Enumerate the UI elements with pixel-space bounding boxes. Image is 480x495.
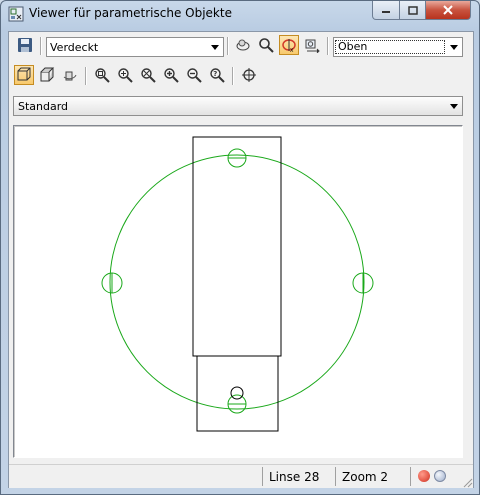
visual-style-select[interactable]: Verdeckt <box>46 37 224 57</box>
maximize-button[interactable] <box>400 1 426 20</box>
zoom-window-button[interactable] <box>92 65 112 85</box>
2d-wireframe-button[interactable] <box>14 65 34 85</box>
zoom-icon <box>259 38 274 53</box>
view-select[interactable]: Oben <box>333 37 463 57</box>
zoom-extents-button[interactable] <box>138 65 158 85</box>
viewer-app-icon <box>8 6 24 22</box>
3d-orbit-button[interactable] <box>60 65 80 85</box>
center-target-button[interactable] <box>239 65 259 85</box>
center-point-circle <box>230 386 244 400</box>
free-orbit-button[interactable]: X <box>279 35 299 55</box>
free-orbit-icon: X <box>282 39 296 53</box>
3d-box-button[interactable] <box>37 65 57 85</box>
zoom-help-icon: ? <box>210 68 225 83</box>
camera-button[interactable] <box>303 35 323 55</box>
visual-style-value: Verdeckt <box>50 40 99 54</box>
orbit-icon <box>236 39 250 51</box>
preset-select[interactable]: Standard <box>13 96 463 116</box>
upper-rectangle <box>192 136 282 357</box>
zoom-out-icon <box>187 68 202 83</box>
svg-text:?: ? <box>213 70 217 78</box>
status-bar: Linse 28 Zoom 2 <box>9 464 473 488</box>
status-lines: Linse 28 <box>262 467 334 486</box>
save-button[interactable] <box>15 35 35 55</box>
zoom-in-plus-button[interactable] <box>161 65 181 85</box>
orbit-button[interactable] <box>233 35 253 55</box>
minimize-icon <box>382 11 390 13</box>
zoom-button[interactable] <box>256 35 276 55</box>
red-status-icon[interactable] <box>418 470 430 482</box>
maximize-icon <box>407 5 418 15</box>
chevron-down-icon <box>211 44 219 50</box>
view-toolbar: ? <box>9 64 473 90</box>
preset-value: Standard <box>18 99 69 113</box>
zoom-help-button[interactable]: ? <box>207 65 227 85</box>
close-button[interactable] <box>426 1 471 20</box>
close-icon <box>443 5 453 15</box>
client-area: Verdeckt X Oben ? Standard Linse 28 Zoom… <box>8 31 474 488</box>
zoom-in-plus-icon <box>164 68 179 83</box>
zoom-out-button[interactable] <box>184 65 204 85</box>
view-value: Oben <box>335 40 445 54</box>
chevron-down-icon <box>450 44 458 50</box>
svg-text:X: X <box>290 48 294 53</box>
window-title: Viewer für parametrische Objekte <box>29 6 232 20</box>
lower-rectangle <box>196 355 279 432</box>
chevron-down-icon <box>450 103 458 109</box>
resize-grip-icon[interactable] <box>461 476 473 488</box>
title-bar[interactable]: Viewer für parametrische Objekte <box>1 1 479 27</box>
minimize-button[interactable] <box>372 1 400 20</box>
zoom-window-icon <box>95 68 110 83</box>
camera-icon <box>305 39 320 53</box>
2d-wireframe-icon <box>17 67 31 81</box>
status-zoom: Zoom 2 <box>335 467 409 486</box>
main-toolbar: Verdeckt X Oben <box>9 34 473 60</box>
zoom-in-button[interactable] <box>115 65 135 85</box>
center-target-icon <box>242 68 256 82</box>
drawing-viewport[interactable] <box>13 125 463 458</box>
zoom-extents-icon <box>141 68 156 83</box>
save-icon <box>18 38 32 52</box>
drawing-canvas[interactable] <box>14 126 462 457</box>
3d-orbit-icon <box>63 71 77 81</box>
black-rectangle-drawing <box>192 136 282 432</box>
3d-box-icon <box>40 67 55 82</box>
zoom-in-icon <box>118 68 133 83</box>
viewer-window: Viewer für parametrische Objekte Verdeck… <box>0 0 480 495</box>
blue-status-icon[interactable] <box>434 470 446 482</box>
